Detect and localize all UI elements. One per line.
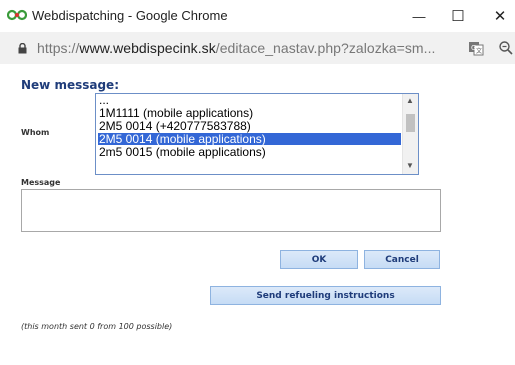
url-path: /editace_nastav.php?zalozka=sm...	[215, 40, 436, 56]
lock-icon	[18, 43, 27, 54]
scroll-up-icon[interactable]: ▲	[406, 97, 414, 105]
webdispatching-app-icon	[7, 9, 27, 21]
close-icon: ✕	[493, 8, 507, 25]
url-scheme: https://	[37, 40, 80, 56]
url-text[interactable]: https://www.webdispecink.sk/editace_nast…	[37, 40, 435, 56]
recipient-option[interactable]: 1M1111 (mobile applications)	[98, 107, 401, 119]
message-label: Message	[21, 178, 61, 187]
translate-icon[interactable]: G 文	[468, 40, 484, 56]
message-textarea[interactable]	[21, 189, 441, 232]
maximize-icon: ☐	[451, 8, 465, 25]
page-content: New message: Whom ... 1M1111 (mobile app…	[0, 64, 515, 365]
minimize-icon: —	[412, 8, 426, 24]
ok-button[interactable]: OK	[280, 250, 358, 269]
minimize-button[interactable]: —	[402, 4, 436, 28]
form-heading: New message:	[21, 78, 119, 92]
cancel-button[interactable]: Cancel	[364, 250, 440, 269]
whom-label: Whom	[21, 128, 50, 137]
recipient-option-selected[interactable]: 2M5 0014 (mobile applications)	[98, 133, 401, 145]
window-title: Webdispatching - Google Chrome	[32, 8, 228, 23]
sent-count-note: (this month sent 0 from 100 possible)	[21, 322, 173, 331]
scroll-down-icon[interactable]: ▼	[406, 162, 414, 170]
maximize-button[interactable]: ☐	[441, 4, 475, 28]
listbox-scrollbar[interactable]: ▲ ▼	[402, 94, 418, 174]
recipient-option[interactable]: 2M5 0014 (+420777583788)	[98, 120, 401, 132]
browser-title-bar: Webdispatching - Google Chrome — ☐ ✕	[0, 0, 515, 32]
svg-text:文: 文	[476, 47, 482, 55]
send-refueling-button[interactable]: Send refueling instructions	[210, 286, 441, 305]
close-button[interactable]: ✕	[483, 4, 515, 28]
address-bar[interactable]: https://www.webdispecink.sk/editace_nast…	[0, 32, 515, 64]
recipient-listbox[interactable]: ... 1M1111 (mobile applications) 2M5 001…	[95, 93, 419, 175]
zoom-icon[interactable]	[498, 40, 514, 56]
url-host: www.webdispecink.sk	[79, 40, 216, 56]
scrollbar-thumb[interactable]	[406, 114, 415, 132]
recipient-option[interactable]: ...	[98, 94, 401, 106]
recipient-option[interactable]: 2m5 0015 (mobile applications)	[98, 146, 401, 158]
